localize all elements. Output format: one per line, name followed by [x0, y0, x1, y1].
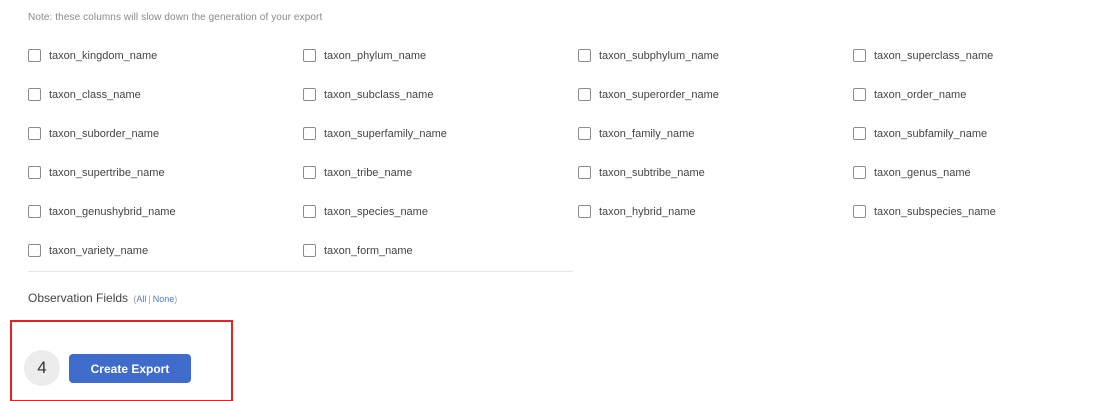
column-option-taxon-species-name[interactable]: taxon_species_name	[303, 205, 578, 218]
column-option-taxon-superorder-name[interactable]: taxon_superorder_name	[578, 88, 853, 101]
column-label: taxon_genushybrid_name	[49, 205, 176, 218]
column-option-taxon-phylum-name[interactable]: taxon_phylum_name	[303, 49, 578, 62]
column-option-taxon-superclass-name[interactable]: taxon_superclass_name	[853, 49, 1119, 62]
column-option-taxon-subspecies-name[interactable]: taxon_subspecies_name	[853, 205, 1119, 218]
column-label: taxon_suborder_name	[49, 127, 160, 140]
column-checkbox[interactable]	[28, 205, 41, 218]
column-label: taxon_tribe_name	[324, 166, 413, 179]
column-label: taxon_species_name	[324, 205, 428, 218]
column-checkbox[interactable]	[578, 127, 591, 140]
column-option-taxon-order-name[interactable]: taxon_order_name	[853, 88, 1119, 101]
column-checkbox[interactable]	[303, 127, 316, 140]
column-label: taxon_variety_name	[49, 244, 149, 257]
column-option-taxon-supertribe-name[interactable]: taxon_supertribe_name	[28, 166, 303, 179]
column-option-taxon-subclass-name[interactable]: taxon_subclass_name	[303, 88, 578, 101]
column-option-taxon-genus-name[interactable]: taxon_genus_name	[853, 166, 1119, 179]
export-options-page: Note: these columns will slow down the g…	[0, 0, 1119, 401]
column-label: taxon_family_name	[599, 127, 695, 140]
column-option-taxon-subphylum-name[interactable]: taxon_subphylum_name	[578, 49, 853, 62]
select-all-link[interactable]: All	[136, 294, 146, 304]
column-option-taxon-kingdom-name[interactable]: taxon_kingdom_name	[28, 49, 303, 62]
column-label: taxon_superclass_name	[874, 49, 994, 62]
column-checkbox[interactable]	[578, 49, 591, 62]
select-none-link[interactable]: None	[153, 294, 175, 304]
column-option-taxon-subfamily-name[interactable]: taxon_subfamily_name	[853, 127, 1119, 140]
column-label: taxon_subclass_name	[324, 88, 434, 101]
column-option-taxon-subtribe-name[interactable]: taxon_subtribe_name	[578, 166, 853, 179]
column-checkbox[interactable]	[28, 127, 41, 140]
column-checkbox[interactable]	[303, 166, 316, 179]
column-row: taxon_genushybrid_name taxon_species_name…	[28, 192, 1108, 231]
column-checkbox[interactable]	[28, 244, 41, 257]
column-option-taxon-class-name[interactable]: taxon_class_name	[28, 88, 303, 101]
column-label: taxon_hybrid_name	[599, 205, 696, 218]
column-checkbox[interactable]	[303, 49, 316, 62]
column-option-taxon-genushybrid-name[interactable]: taxon_genushybrid_name	[28, 205, 303, 218]
column-row: taxon_suborder_name taxon_superfamily_nam…	[28, 114, 1108, 153]
column-label: taxon_subfamily_name	[874, 127, 988, 140]
column-option-taxon-family-name[interactable]: taxon_family_name	[578, 127, 853, 140]
column-checkbox[interactable]	[28, 49, 41, 62]
column-checkbox[interactable]	[853, 49, 866, 62]
column-label: taxon_subtribe_name	[599, 166, 705, 179]
column-row: taxon_variety_name taxon_form_name	[28, 231, 1108, 270]
link-separator: |	[148, 294, 151, 304]
column-checkbox[interactable]	[28, 166, 41, 179]
column-row: taxon_kingdom_name taxon_phylum_name taxon…	[28, 36, 1108, 75]
column-row: taxon_class_name taxon_subclass_name taxon…	[28, 75, 1108, 114]
close-paren: )	[174, 294, 178, 304]
observation-fields-links: (All | None)	[133, 294, 177, 304]
taxon-columns-grid: taxon_kingdom_name taxon_phylum_name taxon…	[28, 36, 1108, 270]
section-divider	[28, 271, 573, 272]
step-number-badge: 4	[24, 350, 60, 386]
column-checkbox[interactable]	[303, 88, 316, 101]
column-label: taxon_subspecies_name	[874, 205, 996, 218]
create-export-button[interactable]: Create Export	[69, 354, 191, 383]
column-label: taxon_phylum_name	[324, 49, 427, 62]
column-label: taxon_subphylum_name	[599, 49, 719, 62]
column-checkbox[interactable]	[303, 244, 316, 257]
column-label: taxon_genus_name	[874, 166, 971, 179]
column-label: taxon_form_name	[324, 244, 413, 257]
column-label: taxon_superfamily_name	[324, 127, 447, 140]
column-checkbox[interactable]	[578, 205, 591, 218]
observation-fields-label: Observation Fields	[28, 291, 129, 305]
column-option-taxon-suborder-name[interactable]: taxon_suborder_name	[28, 127, 303, 140]
column-label: taxon_order_name	[874, 88, 967, 101]
column-checkbox[interactable]	[578, 166, 591, 179]
column-label: taxon_class_name	[49, 88, 141, 101]
column-option-taxon-superfamily-name[interactable]: taxon_superfamily_name	[303, 127, 578, 140]
column-checkbox[interactable]	[853, 88, 866, 101]
column-option-taxon-variety-name[interactable]: taxon_variety_name	[28, 244, 303, 257]
column-option-taxon-form-name[interactable]: taxon_form_name	[303, 244, 578, 257]
column-option-taxon-hybrid-name[interactable]: taxon_hybrid_name	[578, 205, 853, 218]
column-checkbox[interactable]	[853, 166, 866, 179]
column-checkbox[interactable]	[853, 205, 866, 218]
column-label: taxon_superorder_name	[599, 88, 719, 101]
slow-columns-note: Note: these columns will slow down the g…	[28, 12, 323, 23]
column-checkbox[interactable]	[303, 205, 316, 218]
column-label: taxon_supertribe_name	[49, 166, 165, 179]
column-checkbox[interactable]	[578, 88, 591, 101]
column-label: taxon_kingdom_name	[49, 49, 158, 62]
observation-fields-header: Observation Fields (All | None)	[28, 291, 177, 305]
column-checkbox[interactable]	[28, 88, 41, 101]
column-checkbox[interactable]	[853, 127, 866, 140]
column-option-taxon-tribe-name[interactable]: taxon_tribe_name	[303, 166, 578, 179]
column-row: taxon_supertribe_name taxon_tribe_name tax…	[28, 153, 1108, 192]
